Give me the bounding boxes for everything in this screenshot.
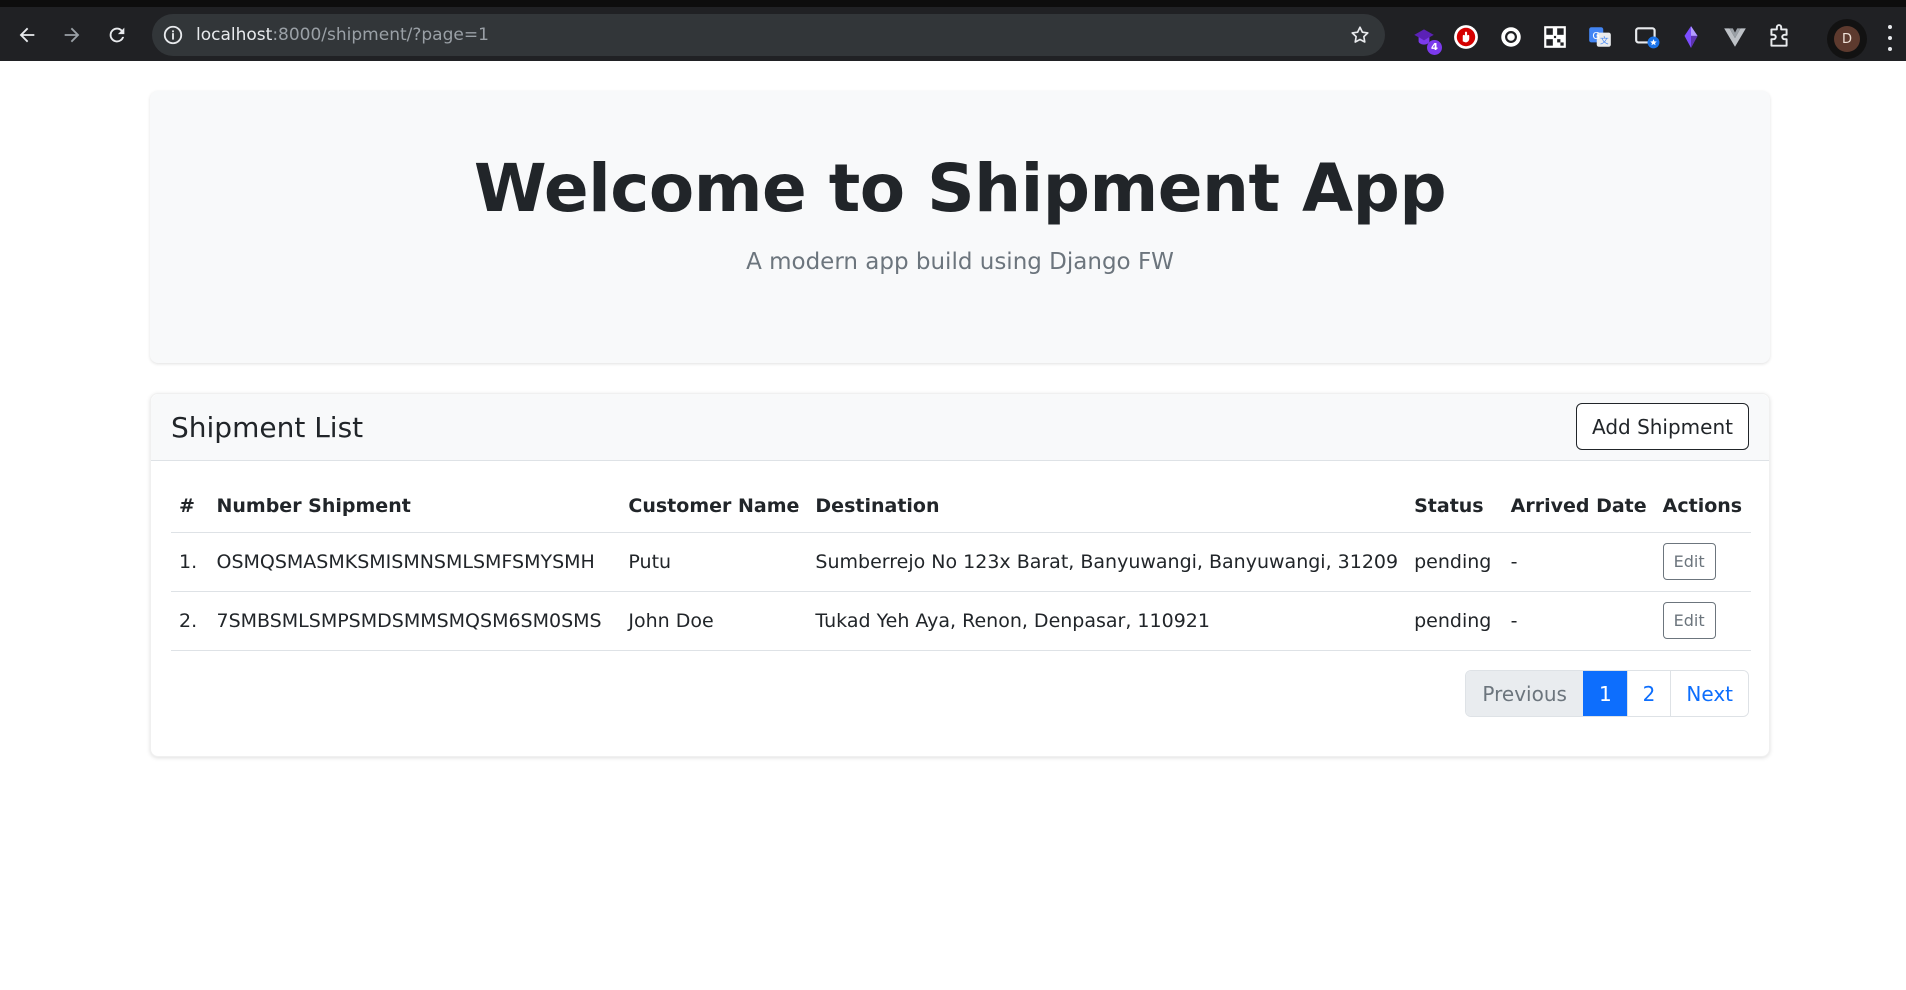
actions-cell: Edit (1655, 532, 1751, 591)
pagination-page-2[interactable]: 2 (1627, 671, 1671, 716)
row-index: 2. (171, 591, 208, 650)
profile-button[interactable]: D (1827, 19, 1867, 59)
avatar: D (1834, 26, 1860, 52)
crystal-extension-icon[interactable] (1677, 23, 1705, 51)
back-button[interactable] (13, 21, 41, 49)
extension-badge: 4 (1427, 40, 1442, 55)
shipment-table: # Number Shipment Customer Name Destinat… (171, 481, 1751, 651)
browser-menu-icon[interactable] (1884, 25, 1896, 51)
customer-name: John Doe (620, 591, 807, 650)
arrow-left-icon (16, 24, 38, 46)
edit-button[interactable]: Edit (1663, 543, 1716, 580)
table-row: 1. OSMQSMASMKSMISMNSMLSMFSMYSMH Putu Sum… (171, 532, 1751, 591)
url-path: :8000/shipment/?page=1 (272, 25, 489, 45)
reload-button[interactable] (103, 21, 131, 49)
customer-name: Putu (620, 532, 807, 591)
column-header-destination: Destination (807, 481, 1406, 532)
table-header-row: # Number Shipment Customer Name Destinat… (171, 481, 1751, 532)
edit-button[interactable]: Edit (1663, 602, 1716, 639)
arrived-date: - (1503, 591, 1655, 650)
arrow-right-icon (61, 24, 83, 46)
screen-capture-icon[interactable] (1633, 23, 1661, 51)
svg-text:G: G (1592, 31, 1600, 42)
arrived-date: - (1503, 532, 1655, 591)
forward-button[interactable] (58, 21, 86, 49)
hat-extension-icon[interactable]: 4 (1410, 23, 1438, 51)
status: pending (1406, 532, 1503, 591)
pagination-page-1[interactable]: 1 (1583, 671, 1627, 716)
shipment-number: 7SMBSMLSMPSMDSMMSMQSM6SM0SMS (208, 591, 620, 650)
ublock-icon[interactable] (1452, 23, 1480, 51)
section-title: Shipment List (171, 411, 363, 444)
svg-text:文: 文 (1600, 35, 1609, 47)
google-translate-icon[interactable]: G文 (1586, 23, 1614, 51)
pagination-next[interactable]: Next (1670, 671, 1748, 716)
column-header-index: # (171, 481, 208, 532)
url-host: localhost (196, 25, 272, 45)
pagination-previous[interactable]: Previous (1466, 671, 1583, 716)
column-header-number: Number Shipment (208, 481, 620, 532)
browser-toolbar: localhost:8000/shipment/?page=1 4 G文 D (0, 0, 1906, 61)
shipment-list-card: Shipment List Add Shipment # Number Ship… (150, 393, 1770, 757)
column-header-arrived-date: Arrived Date (1503, 481, 1655, 532)
actions-cell: Edit (1655, 591, 1751, 650)
pagination: Previous 1 2 Next (1465, 670, 1749, 717)
destination: Sumberrejo No 123x Barat, Banyuwangi, Ba… (807, 532, 1406, 591)
table-row: 2. 7SMBSMLSMPSMDSMMSMQSM6SM0SMS John Doe… (171, 591, 1751, 650)
hero-banner: Welcome to Shipment App A modern app bui… (150, 91, 1770, 363)
circle-extension-icon[interactable] (1497, 23, 1525, 51)
url-text[interactable]: localhost:8000/shipment/?page=1 (196, 25, 489, 45)
qr-code-icon[interactable] (1541, 23, 1569, 51)
row-index: 1. (171, 532, 208, 591)
card-header: Shipment List Add Shipment (151, 394, 1769, 461)
page-title: Welcome to Shipment App (150, 153, 1770, 226)
reload-icon (106, 24, 128, 46)
page-subtitle: A modern app build using Django FW (150, 249, 1770, 275)
column-header-status: Status (1406, 481, 1503, 532)
add-shipment-button[interactable]: Add Shipment (1576, 403, 1749, 450)
extensions-puzzle-icon[interactable] (1765, 23, 1793, 51)
destination: Tukad Yeh Aya, Renon, Denpasar, 110921 (807, 591, 1406, 650)
status: pending (1406, 591, 1503, 650)
bookmark-star-icon[interactable] (1349, 24, 1371, 46)
site-info-icon[interactable] (161, 23, 185, 47)
column-header-customer: Customer Name (620, 481, 807, 532)
column-header-actions: Actions (1655, 481, 1751, 532)
vue-devtools-icon[interactable] (1721, 23, 1749, 51)
address-bar[interactable]: localhost:8000/shipment/?page=1 (152, 14, 1385, 56)
shipment-number: OSMQSMASMKSMISMNSMLSMFSMYSMH (208, 532, 620, 591)
